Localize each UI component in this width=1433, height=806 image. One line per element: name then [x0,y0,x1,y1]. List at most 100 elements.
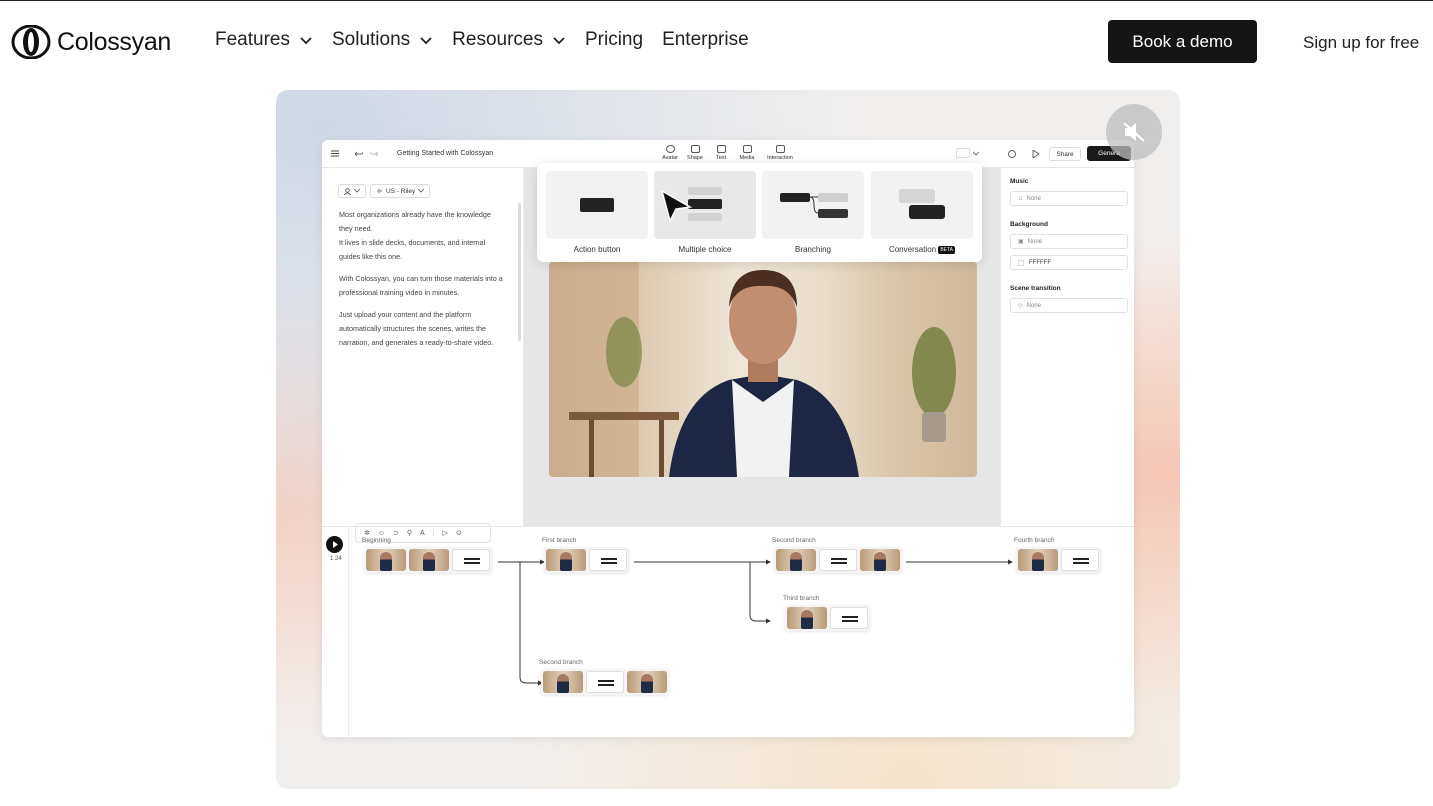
branch-label-second-lower: Second branch [539,659,583,666]
scene-thumbnail[interactable] [543,671,583,693]
scene-group-second-branch[interactable] [774,547,902,573]
chat-bubble [899,189,935,203]
script-scrollbar[interactable] [518,203,521,341]
toolbar-shape-label: Shape [687,155,703,161]
chevron-down-icon [420,37,432,45]
book-demo-button[interactable]: Book a demo [1108,20,1257,63]
interaction-type-menu: Action button Multiple choice Branching … [537,163,982,262]
music-select[interactable]: ♫ None [1010,191,1128,206]
avatar-video[interactable] [549,262,977,477]
interaction-conversation[interactable] [871,171,973,239]
interaction-branching[interactable] [762,171,864,239]
properties-panel: Music ♫ None Background ▣ None FFFFFF Sc… [1000,168,1134,526]
avatar-select[interactable] [338,184,366,198]
speaker-muted-icon [1123,122,1145,142]
scene-group-beginning[interactable] [364,547,492,573]
music-value: None [1026,195,1041,202]
scene-thumbnail[interactable] [787,607,827,629]
interaction-multiple-choice[interactable] [654,171,756,239]
background-label: Background [1010,221,1048,228]
redo-icon[interactable] [370,150,378,157]
menu-features[interactable]: Features [215,29,313,51]
menu-features-label: Features [215,29,290,50]
chevron-down-icon [300,37,312,45]
logo-text: Colossyan [57,27,172,56]
menu-resources[interactable]: Resources [452,29,566,51]
scene-thumbnail[interactable] [546,549,586,571]
branch-label-beginning: Beginning [362,537,391,544]
background-color-field[interactable]: FFFFFF [1010,255,1128,270]
beta-badge: BETA [938,245,956,254]
menu-enterprise[interactable]: Enterprise [662,29,749,51]
signup-link[interactable]: Sign up for free [1303,33,1419,53]
scene-group-fourth-branch[interactable] [1016,547,1101,573]
background-color-value: FFFFFF [1029,259,1051,266]
preview-icon[interactable] [1008,150,1016,158]
question-scene[interactable] [1061,549,1099,571]
scene-thumbnail[interactable] [409,549,449,571]
scene-thumbnail[interactable] [860,549,900,571]
toolbar-text[interactable]: Text [710,145,732,161]
voice-label: US - Riley [386,187,416,195]
toolbar-avatar-label: Avatar [662,155,678,161]
scene-thumbnail[interactable] [366,549,406,571]
scene-thumbnail[interactable] [776,549,816,571]
interaction-action-button[interactable] [546,171,648,239]
question-scene[interactable] [819,549,857,571]
interaction-action-button-label: Action button [573,245,621,254]
music-label: Music [1010,178,1029,185]
project-title[interactable]: Getting Started with Colossyan [397,150,493,157]
chevron-down-icon [354,189,360,193]
scene-thumbnail[interactable] [627,671,667,693]
main-menu: Features Solutions Resources Pricing Ent… [215,29,768,51]
toolbar-text-label: Text [715,155,727,161]
scene-group-second-branch-lower[interactable] [541,669,669,695]
branch-label-first: First branch [542,537,577,544]
toolbar-media-label: Media [739,155,755,161]
menu-solutions-label: Solutions [331,29,411,50]
colossyan-logo-icon [11,24,51,60]
script-text[interactable]: Most organizations already have the know… [339,208,504,358]
branch-label-fourth: Fourth branch [1014,537,1055,544]
share-button[interactable]: Share [1049,147,1081,161]
menu-pricing[interactable]: Pricing [585,29,643,51]
background-value: None [1027,238,1043,245]
script-line: Most organizations already have the know… [339,210,491,233]
menu-pricing-label: Pricing [584,29,644,50]
transition-value: None [1026,302,1041,309]
scene-transition-select[interactable]: ◇ None [1010,298,1128,313]
toolbar-shape[interactable]: Shape [684,145,706,161]
interaction-branching-label: Branching [794,245,832,254]
scene-group-third-branch[interactable] [785,605,870,631]
toolbar-interaction[interactable]: Interaction [767,145,793,161]
image-icon: ▣ [1018,239,1024,245]
logo[interactable]: Colossyan [11,24,172,60]
avatar-icon [344,187,351,195]
menu-solutions[interactable]: Solutions [332,29,433,51]
toolbar-interaction-label: Interaction [767,155,793,161]
toolbar-avatar[interactable]: Avatar [659,145,681,161]
action-button-icon [580,198,614,212]
script-line: With Colossyan, you can turn those mater… [339,274,503,297]
background-select[interactable]: ▣ None [1010,234,1128,249]
play-icon[interactable] [1032,150,1040,158]
question-scene[interactable] [452,549,490,571]
toolbar-media[interactable]: Media [736,145,758,161]
transition-icon: ◇ [1018,303,1023,309]
branching-icon [780,193,848,218]
question-scene[interactable] [589,549,627,571]
scene-thumbnail[interactable] [1018,549,1058,571]
interaction-multiple-choice-label: Multiple choice [678,245,732,254]
scene-group-first-branch[interactable] [544,547,629,573]
mute-toggle-button[interactable] [1106,104,1162,160]
chevron-down-icon[interactable] [973,151,979,156]
music-icon: ♫ [1018,195,1023,202]
question-scene[interactable] [586,671,624,693]
undo-icon[interactable] [355,150,363,157]
shape-icon [690,145,700,153]
color-swatch[interactable] [1018,259,1024,266]
question-scene[interactable] [830,607,868,629]
hamburger-icon[interactable] [331,150,339,157]
zoom-select[interactable] [956,148,970,158]
voice-select[interactable]: US - Riley [370,184,431,198]
